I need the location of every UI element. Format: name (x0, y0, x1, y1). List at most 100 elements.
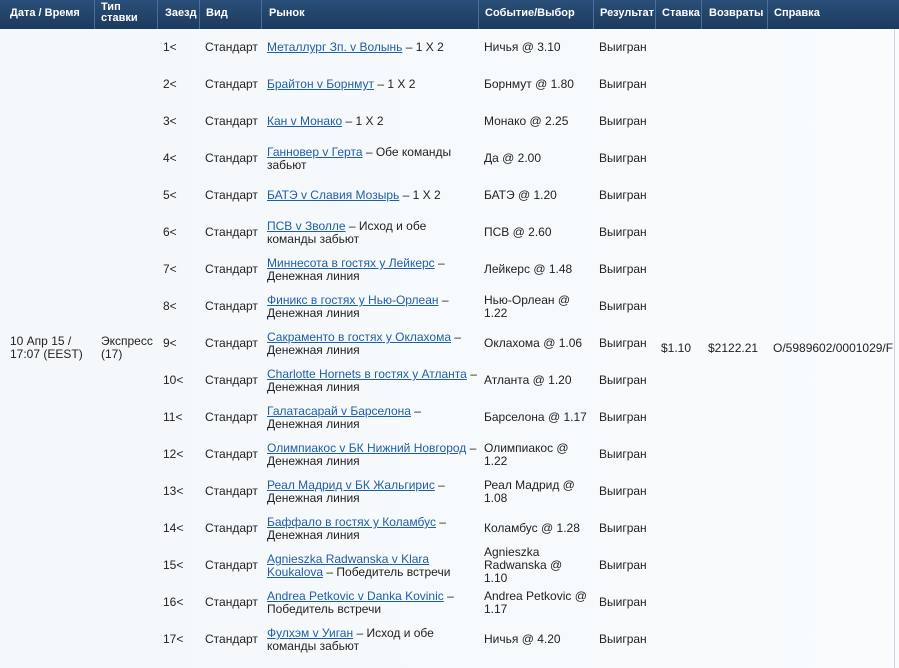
leg-kind: Стандарт (205, 484, 258, 498)
leg-selection: Реал Мадрид @1.08 (484, 479, 594, 505)
event-link[interactable]: Брайтон v Борнмут (267, 77, 374, 91)
leg-market: Брайтон v Борнмут – 1 X 2 (267, 78, 477, 91)
selection-line: Коламбус @ 1.28 (484, 521, 580, 535)
leg-number[interactable]: 9< (163, 337, 177, 350)
event-link[interactable]: Andrea Petkovic v Danka Kovinic (267, 589, 444, 603)
event-link[interactable]: Миннесота в гостях у Лейкерс (267, 256, 435, 270)
leg-market: Финикс в гостях у Нью-Орлеан – Денежная … (267, 294, 477, 320)
leg-kind: Стандарт (205, 151, 258, 165)
leg-number[interactable]: 14< (163, 522, 183, 535)
leg-number[interactable]: 15< (163, 559, 183, 572)
leg-market: ПСВ v Зволле – Исход и обе команды забью… (267, 220, 477, 246)
leg-market: Andrea Petkovic v Danka Kovinic – Победи… (267, 590, 477, 616)
header-leg[interactable]: Заезд (165, 8, 197, 19)
event-link[interactable]: Олимпиакос v БК Нижний Новгород (267, 441, 466, 455)
selection-line: Атланта @ 1.20 (484, 373, 572, 387)
leg-result: Выигран (599, 632, 647, 646)
bet-stake: $1.10 (661, 341, 692, 355)
table-row: 17< Стандарт Фулхэм v Уиган – Исход и обе … (0, 621, 899, 658)
leg-selection: Коламбус @ 1.28 (484, 522, 594, 535)
leg-number[interactable]: 2< (163, 78, 177, 91)
market-type: – 1 X 2 (374, 77, 416, 91)
leg-market: Баффало в гостях у Коламбус – Денежная л… (267, 516, 477, 542)
leg-number[interactable]: 6< (163, 226, 177, 239)
selection-line: Реал Мадрид @ (484, 478, 575, 492)
event-link[interactable]: ПСВ v Зволле (267, 219, 346, 233)
leg-market: Ганновер v Герта – Обе команды забьют (267, 146, 477, 172)
leg-number[interactable]: 8< (163, 300, 177, 313)
event-link[interactable]: Баффало в гостях у Коламбус (267, 515, 436, 529)
leg-kind: Стандарт (205, 632, 258, 646)
table-header: Дата / Время Тип ставки Заезд Вид Рынок С… (0, 0, 899, 29)
leg-selection: Атланта @ 1.20 (484, 374, 594, 387)
leg-number[interactable]: 17< (163, 633, 183, 646)
leg-selection: Ничья @ 3.10 (484, 41, 594, 54)
selection-line: 1.22 (484, 306, 508, 320)
event-link[interactable]: Charlotte Hornets в гостях у Атланта (267, 367, 467, 381)
leg-kind: Стандарт (205, 262, 258, 276)
selection-line: Radwanska @ (484, 558, 563, 572)
selection-line: Нью-Орлеан @ (484, 293, 571, 307)
header-date-time[interactable]: Дата / Время (10, 8, 80, 19)
leg-number[interactable]: 5< (163, 189, 177, 202)
header-kind[interactable]: Вид (206, 8, 228, 19)
leg-number[interactable]: 13< (163, 485, 183, 498)
market-type: – 1 X 2 (342, 114, 384, 128)
leg-result: Выигран (599, 521, 647, 535)
leg-number[interactable]: 16< (163, 596, 183, 609)
leg-number[interactable]: 7< (163, 263, 177, 276)
leg-market: Кан v Монако – 1 X 2 (267, 115, 477, 128)
leg-number[interactable]: 1< (163, 41, 177, 54)
leg-number[interactable]: 3< (163, 115, 177, 128)
event-link[interactable]: Ганновер v Герта (267, 145, 363, 159)
header-market[interactable]: Рынок (269, 8, 305, 19)
header-selection[interactable]: Событие/Выбор (485, 8, 575, 19)
leg-result: Выигран (599, 410, 647, 424)
event-link[interactable]: Галатасарай v Барселона (267, 404, 411, 418)
leg-result: Выигран (599, 225, 647, 239)
leg-result: Выигран (599, 114, 647, 128)
leg-result: Выигран (599, 151, 647, 165)
event-link[interactable]: Металлург Зп. v Волынь (267, 40, 402, 54)
leg-result: Выигран (599, 262, 647, 276)
table-row: 10< Стандарт Charlotte Hornets в гостях у … (0, 362, 899, 399)
selection-line: ПСВ @ 2.60 (484, 225, 552, 239)
event-link[interactable]: Финикс в гостях у Нью-Орлеан (267, 293, 439, 307)
leg-kind: Стандарт (205, 373, 258, 387)
selection-line: Andrea Petkovic @ (484, 589, 587, 603)
selection-line: Лейкерс @ 1.48 (484, 262, 573, 276)
bet-returns: $2122.21 (708, 341, 759, 355)
leg-result: Выигран (599, 188, 647, 202)
event-link[interactable]: БАТЭ v Славия Мозырь (267, 188, 399, 202)
event-link[interactable]: Кан v Монако (267, 114, 342, 128)
leg-kind: Стандарт (205, 521, 258, 535)
bet-date-time: 10 Апр 15 /17:07 (EEST) (10, 334, 83, 361)
selection-line: Монако @ 2.25 (484, 114, 569, 128)
leg-number[interactable]: 10< (163, 374, 183, 387)
bet-type: Экспресс (17) (101, 334, 153, 361)
header-returns[interactable]: Возвраты (709, 8, 763, 19)
header-result[interactable]: Результат (600, 8, 654, 19)
table-row: 1< Стандарт Металлург Зп. v Волынь – 1 X 2… (0, 29, 899, 66)
leg-market: Agnieszka Radwanska v Klara Koukalova – … (267, 553, 477, 579)
selection-line: Олимпиакос @ (484, 441, 569, 455)
leg-number[interactable]: 4< (163, 152, 177, 165)
header-stake[interactable]: Ставка (662, 8, 700, 19)
leg-selection: Барселона @ 1.17 (484, 411, 594, 424)
event-link[interactable]: Сакраменто в гостях у Оклахома (267, 330, 451, 344)
table-row: 13< Стандарт Реал Мадрид v БК Жальгирис – … (0, 473, 899, 510)
leg-market: Сакраменто в гостях у Оклахома – Денежна… (267, 331, 477, 357)
event-link[interactable]: Фулхэм v Уиган (267, 626, 353, 640)
selection-line: Ничья @ 4.20 (484, 632, 561, 646)
leg-selection: Agnieszka Radwanska @1.10 (484, 546, 594, 585)
table-row: 4< Стандарт Ганновер v Герта – Обе команды… (0, 140, 899, 177)
leg-kind: Стандарт (205, 225, 258, 239)
header-reference[interactable]: Справка (774, 8, 820, 19)
leg-number[interactable]: 12< (163, 448, 183, 461)
table-row: 2< Стандарт Брайтон v Борнмут – 1 X 2 Борнм… (0, 66, 899, 103)
leg-selection: Да @ 2.00 (484, 152, 594, 165)
table-row: 14< Стандарт Баффало в гостях у Коламбус –… (0, 510, 899, 547)
event-link[interactable]: Реал Мадрид v БК Жальгирис (267, 478, 435, 492)
leg-number[interactable]: 11< (163, 411, 182, 424)
header-bet-type[interactable]: Тип ставки (101, 2, 138, 24)
